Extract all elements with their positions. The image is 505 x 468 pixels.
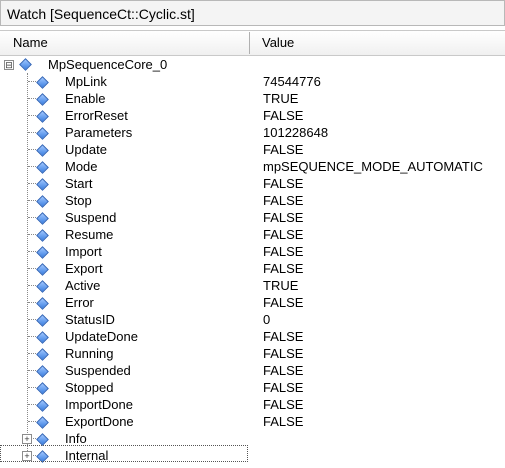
tree-item-name: Suspended bbox=[65, 363, 131, 378]
variable-diamond-icon bbox=[36, 280, 49, 293]
tree-item-name: MpLink bbox=[65, 74, 107, 89]
tree-item-value[interactable]: FALSE bbox=[263, 397, 303, 412]
tree-item-value[interactable]: FALSE bbox=[263, 380, 303, 395]
tree-row[interactable]: ImportDone FALSE bbox=[0, 396, 505, 413]
tree-item-name: Start bbox=[65, 176, 93, 191]
tree-item-value[interactable]: FALSE bbox=[263, 261, 303, 276]
variable-diamond-icon bbox=[36, 161, 49, 174]
variable-diamond-icon bbox=[36, 331, 49, 344]
tree-item-value[interactable]: FALSE bbox=[263, 414, 303, 429]
variable-diamond-icon bbox=[36, 399, 49, 412]
tree-item-value[interactable]: 74544776 bbox=[263, 74, 321, 89]
variable-diamond-icon bbox=[36, 144, 49, 157]
tree-item-name: ExportDone bbox=[65, 414, 134, 429]
tree-item-value[interactable]: FALSE bbox=[263, 227, 303, 242]
tree-row[interactable]: Suspend FALSE bbox=[0, 209, 505, 226]
variable-diamond-icon bbox=[36, 212, 49, 225]
tree-item-name: Suspend bbox=[65, 210, 117, 225]
tree-item-name: Resume bbox=[65, 227, 114, 242]
tree-item-value[interactable]: FALSE bbox=[263, 210, 303, 225]
tree-item-value[interactable]: 0 bbox=[263, 312, 270, 327]
tree-row[interactable]: Import FALSE bbox=[0, 243, 505, 260]
window-title: Watch [SequenceCt::Cyclic.st] bbox=[7, 6, 195, 22]
tree-item-value[interactable]: FALSE bbox=[263, 108, 303, 123]
variable-diamond-icon bbox=[36, 433, 49, 446]
tree-item-value[interactable]: FALSE bbox=[263, 346, 303, 361]
tree-item-name: ImportDone bbox=[65, 397, 133, 412]
column-resize-handle[interactable] bbox=[249, 32, 250, 54]
variable-diamond-icon bbox=[36, 178, 49, 191]
tree-row[interactable]: Export FALSE bbox=[0, 260, 505, 277]
tree-item-name: Export bbox=[65, 261, 103, 276]
tree-item-name: ErrorReset bbox=[65, 108, 128, 123]
tree-row[interactable]: Stopped FALSE bbox=[0, 379, 505, 396]
tree-item-name: MpSequenceCore_0 bbox=[48, 57, 168, 72]
tree-row[interactable]: Active TRUE bbox=[0, 277, 505, 294]
tree-row[interactable]: Stop FALSE bbox=[0, 192, 505, 209]
tree-row[interactable]: Running FALSE bbox=[0, 345, 505, 362]
column-header: Name Value bbox=[0, 30, 505, 56]
variable-diamond-icon bbox=[36, 314, 49, 327]
tree-item-name: Parameters bbox=[65, 125, 133, 140]
tree-item-name: Stopped bbox=[65, 380, 114, 395]
watch-window-title-bar: Watch [SequenceCt::Cyclic.st] bbox=[0, 0, 505, 26]
variable-diamond-icon bbox=[36, 297, 49, 310]
tree-row[interactable]: Error FALSE bbox=[0, 294, 505, 311]
variable-diamond-icon bbox=[36, 246, 49, 259]
tree-row[interactable]: Start FALSE bbox=[0, 175, 505, 192]
tree-row[interactable]: StatusID 0 bbox=[0, 311, 505, 328]
tree-item-value[interactable]: FALSE bbox=[263, 142, 303, 157]
tree-item-name: Active bbox=[65, 278, 101, 293]
variable-diamond-icon bbox=[36, 365, 49, 378]
tree-row-root[interactable]: ⊟ MpSequenceCore_0 bbox=[0, 56, 505, 73]
tree-item-value[interactable]: FALSE bbox=[263, 176, 303, 191]
tree-row[interactable]: UpdateDone FALSE bbox=[0, 328, 505, 345]
tree-item-name: Enable bbox=[65, 91, 106, 106]
tree-row[interactable]: Suspended FALSE bbox=[0, 362, 505, 379]
tree-item-name: Running bbox=[65, 346, 114, 361]
tree-item-name: StatusID bbox=[65, 312, 115, 327]
variable-diamond-icon bbox=[36, 93, 49, 106]
tree-row[interactable]: ErrorReset FALSE bbox=[0, 107, 505, 124]
tree-row[interactable]: MpLink 74544776 bbox=[0, 73, 505, 90]
variable-diamond-icon bbox=[36, 416, 49, 429]
tree-item-value[interactable]: TRUE bbox=[263, 91, 298, 106]
tree-item-name: UpdateDone bbox=[65, 329, 138, 344]
watch-tree: ⊟ MpSequenceCore_0 MpLink 74544776 Enable TRU… bbox=[0, 54, 505, 468]
tree-row[interactable]: ExportDone FALSE bbox=[0, 413, 505, 430]
tree-item-name: Info bbox=[65, 431, 87, 446]
column-header-name[interactable]: Name bbox=[13, 35, 48, 50]
tree-item-name: Import bbox=[65, 244, 102, 259]
focus-rectangle bbox=[0, 445, 248, 462]
variable-diamond-icon bbox=[19, 58, 32, 71]
variable-diamond-icon bbox=[36, 127, 49, 140]
tree-item-name: Mode bbox=[65, 159, 98, 174]
tree-row[interactable]: Mode mpSEQUENCE_MODE_AUTOMATIC bbox=[0, 158, 505, 175]
tree-item-value[interactable]: FALSE bbox=[263, 363, 303, 378]
variable-diamond-icon bbox=[36, 382, 49, 395]
variable-diamond-icon bbox=[36, 229, 49, 242]
tree-item-value[interactable]: TRUE bbox=[263, 278, 298, 293]
tree-item-value[interactable]: FALSE bbox=[263, 244, 303, 259]
variable-diamond-icon bbox=[36, 263, 49, 276]
tree-item-name: Stop bbox=[65, 193, 92, 208]
tree-item-value[interactable]: 101228648 bbox=[263, 125, 328, 140]
tree-item-name: Update bbox=[65, 142, 107, 157]
collapse-icon[interactable]: ⊟ bbox=[4, 60, 14, 70]
tree-row[interactable]: Enable TRUE bbox=[0, 90, 505, 107]
expand-icon[interactable]: + bbox=[22, 434, 32, 444]
tree-row[interactable]: Update FALSE bbox=[0, 141, 505, 158]
variable-diamond-icon bbox=[36, 195, 49, 208]
tree-item-value[interactable]: mpSEQUENCE_MODE_AUTOMATIC bbox=[263, 159, 483, 174]
variable-diamond-icon bbox=[36, 348, 49, 361]
tree-item-value[interactable]: FALSE bbox=[263, 295, 303, 310]
tree-item-value[interactable]: FALSE bbox=[263, 193, 303, 208]
variable-diamond-icon bbox=[36, 110, 49, 123]
tree-row[interactable]: Resume FALSE bbox=[0, 226, 505, 243]
tree-item-name: Error bbox=[65, 295, 94, 310]
tree-row[interactable]: Parameters 101228648 bbox=[0, 124, 505, 141]
column-header-value[interactable]: Value bbox=[262, 35, 294, 50]
tree-item-value[interactable]: FALSE bbox=[263, 329, 303, 344]
variable-diamond-icon bbox=[36, 76, 49, 89]
